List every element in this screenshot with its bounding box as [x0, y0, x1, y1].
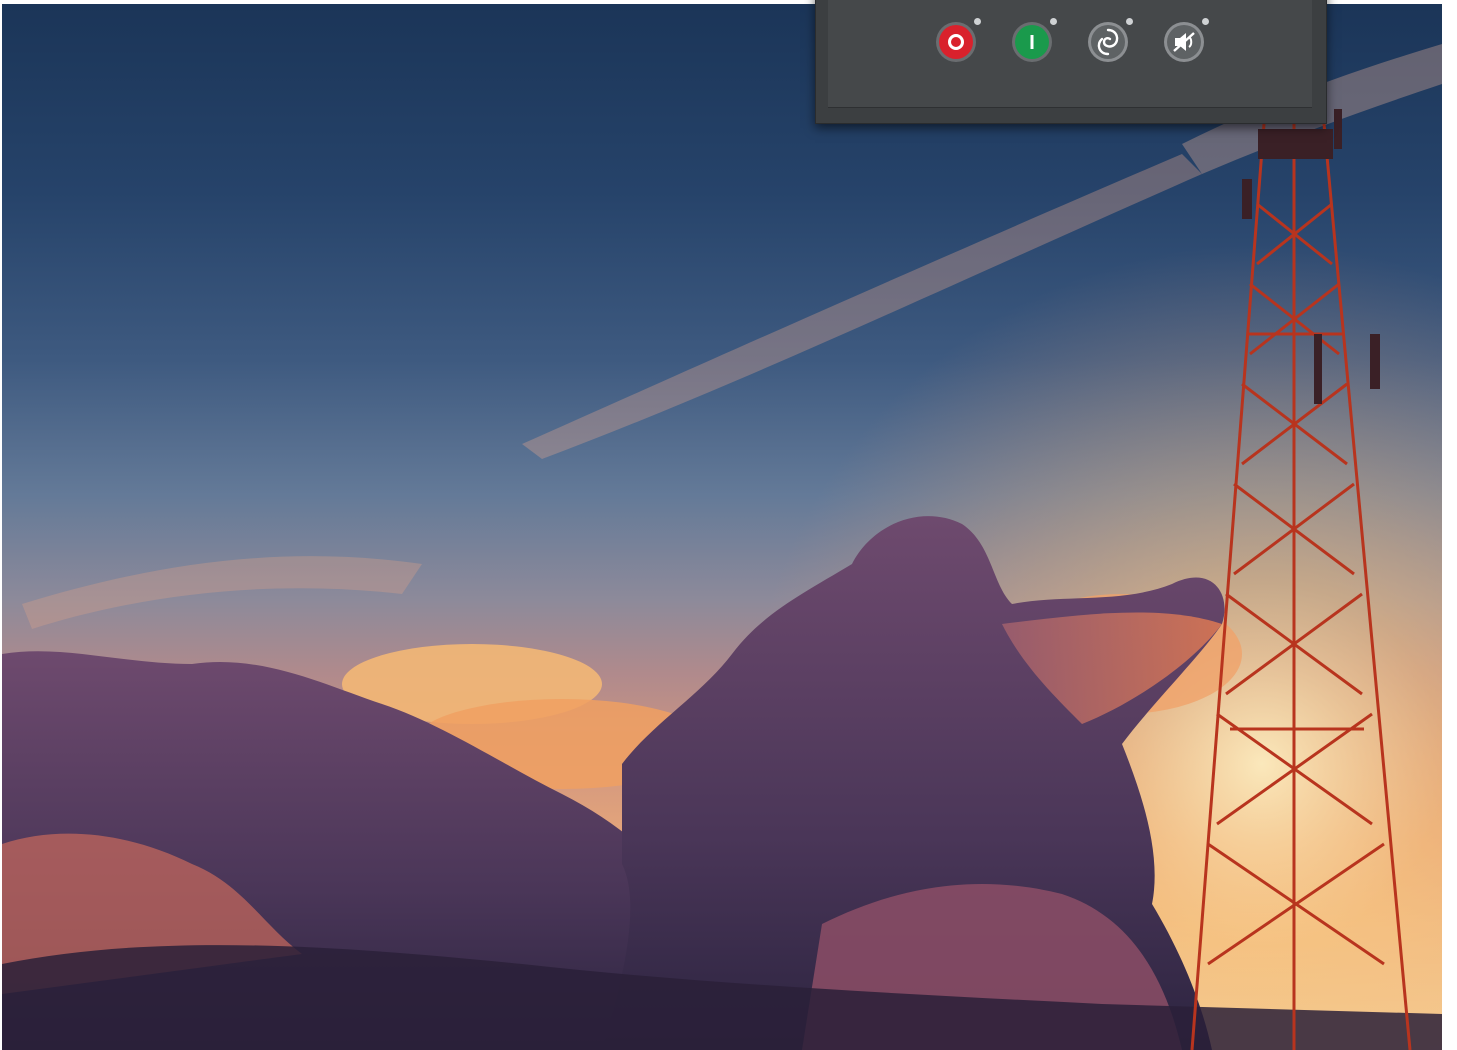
power-off-icon	[934, 20, 978, 64]
vortex-button[interactable]	[1086, 18, 1133, 64]
power-on-icon	[1010, 20, 1054, 64]
status-dot	[1202, 18, 1209, 25]
system-tray-popup	[815, 0, 1327, 124]
status-dot	[974, 18, 981, 25]
tray-popup-body	[828, 0, 1312, 108]
status-dot	[1050, 18, 1057, 25]
vortex-icon	[1086, 20, 1130, 64]
status-dot	[1126, 18, 1133, 25]
wallpaper-image	[2, 4, 1442, 1050]
power-off-button[interactable]	[934, 18, 981, 64]
power-on-button[interactable]	[1010, 18, 1057, 64]
tray-popup-title	[828, 0, 1312, 3]
mute-button[interactable]	[1162, 18, 1209, 64]
speaker-muted-icon	[1162, 20, 1206, 64]
desktop	[0, 0, 1457, 1050]
desktop-wallpaper	[2, 4, 1442, 1050]
